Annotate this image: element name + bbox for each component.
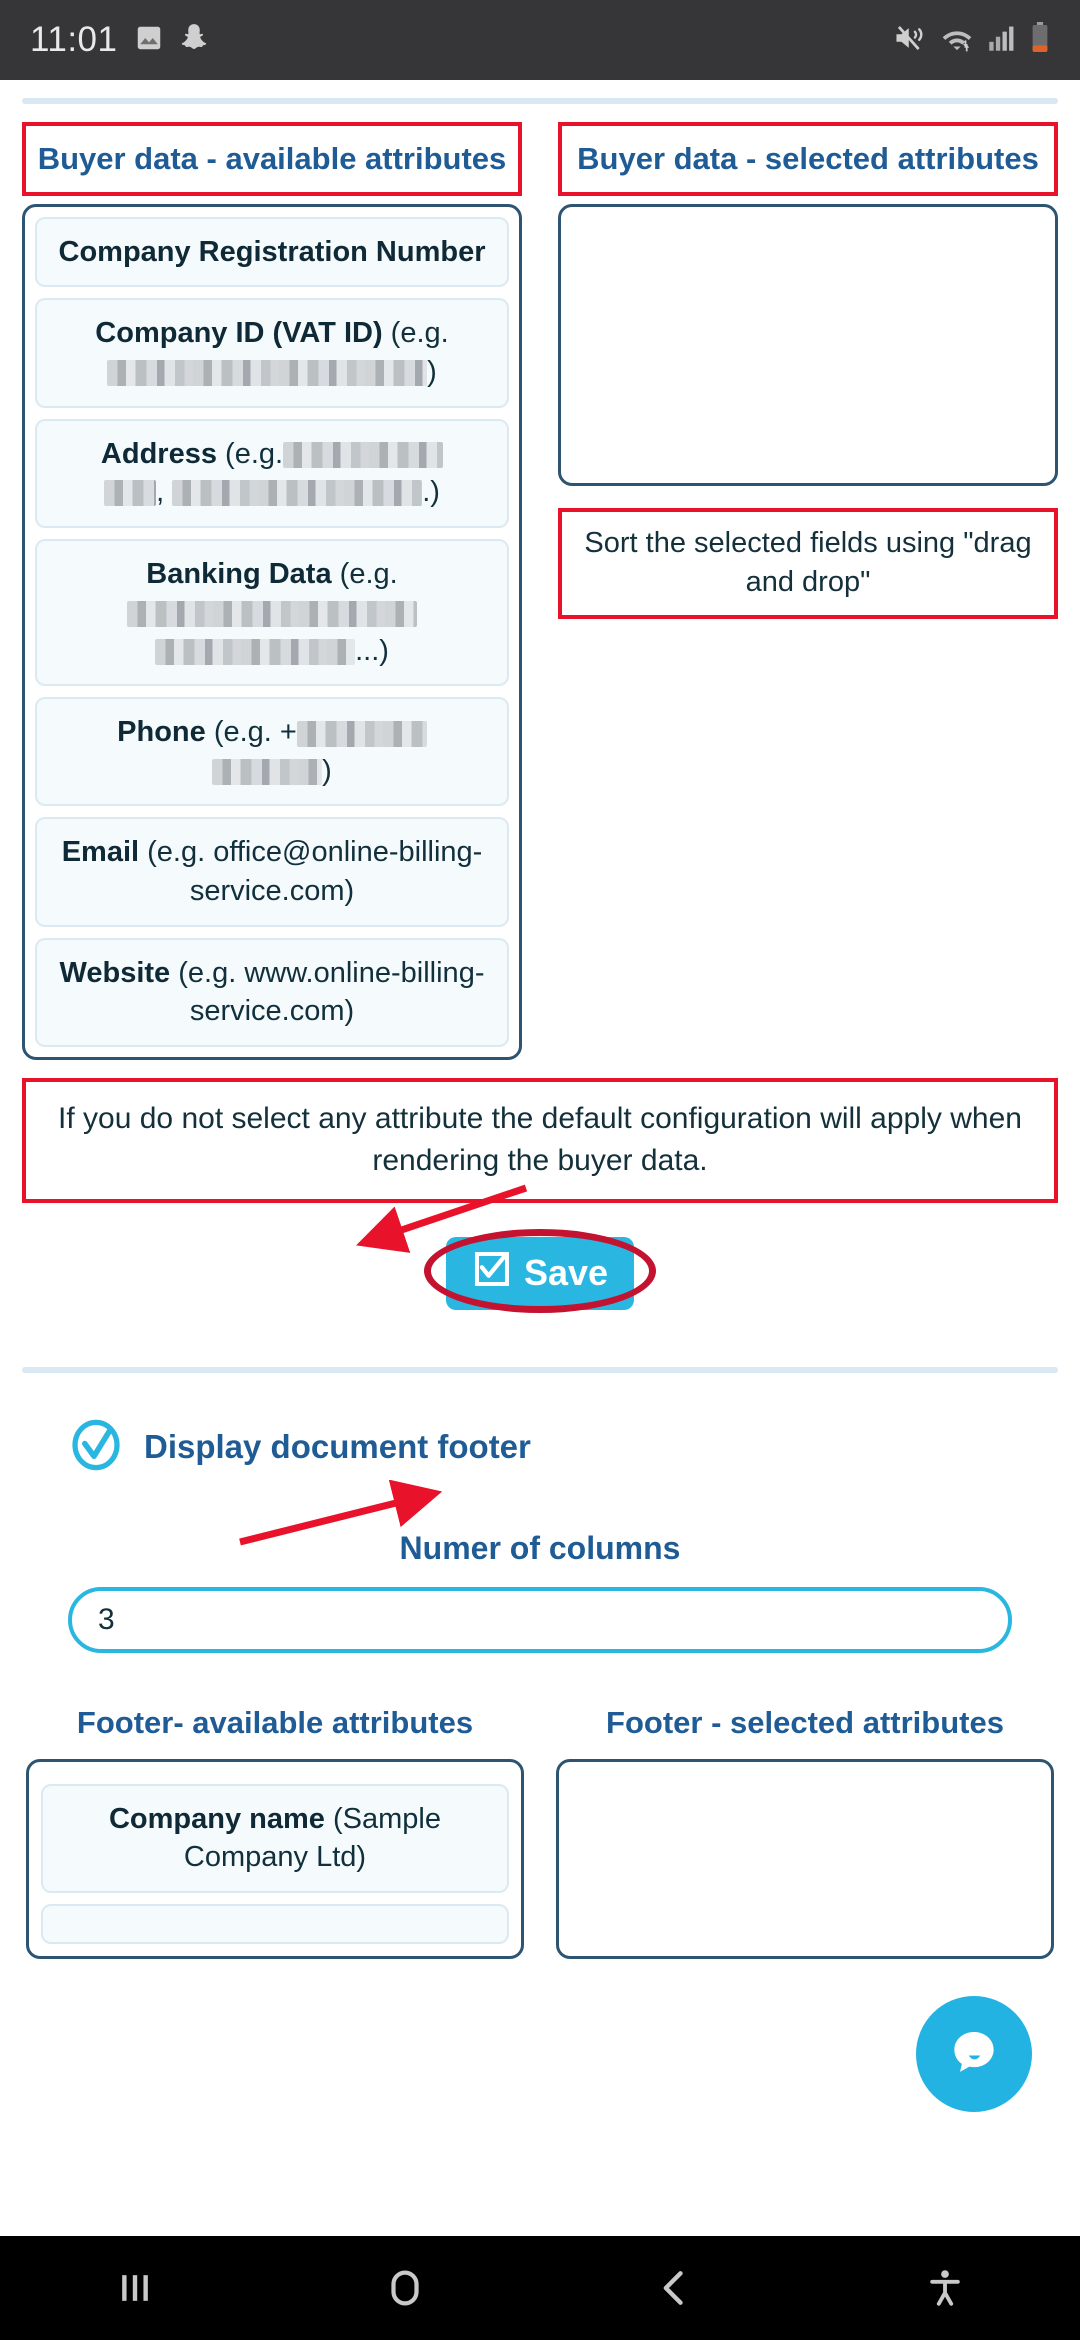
save-area: Save: [0, 1228, 1080, 1327]
section-divider: [22, 1366, 1058, 1373]
footer-available-title: Footer- available attributes: [76, 1704, 474, 1740]
redacted-text: [212, 759, 323, 786]
attribute-example-close: .): [422, 476, 440, 509]
footer-available-column: Footer- available attributes Company nam…: [26, 1705, 540, 1959]
attribute-example: (e.g. +: [213, 716, 297, 749]
columns-label: Numer of columns: [399, 1529, 681, 1566]
attribute-item[interactable]: Company name (Sample Company Ltd): [41, 1783, 509, 1893]
attribute-example: (e.g. office@online-billing-service.com): [147, 836, 483, 907]
redacted-text: [172, 480, 423, 507]
check-circle-icon[interactable]: [70, 1419, 122, 1476]
mute-icon: [894, 23, 926, 58]
attribute-label: Company Registration Number: [58, 235, 486, 268]
attribute-label: Company name: [108, 1802, 325, 1835]
attr-punct: ,: [156, 476, 173, 509]
page-content: Buyer data - available attributes Compan…: [0, 80, 1080, 2260]
attribute-label: Phone: [117, 716, 206, 749]
attribute-item[interactable]: Company ID (VAT ID) (e.g. ): [35, 298, 509, 408]
redacted-text: [296, 720, 427, 747]
save-button[interactable]: Save: [445, 1236, 635, 1310]
back-button[interactable]: [540, 2266, 810, 2310]
footer-attribute-columns: Footer- available attributes Company nam…: [0, 1705, 1080, 1959]
sort-hint: Sort the selected fields using "drag and…: [558, 507, 1058, 619]
attribute-label: Banking Data: [146, 557, 332, 590]
phone-screen: 11:01 Buyer data - available attributes …: [0, 0, 1080, 2340]
buyer-available-dropzone[interactable]: Company Registration Number Company ID (…: [22, 203, 522, 1060]
footer-selected-dropzone[interactable]: [556, 1758, 1054, 1959]
signal-icon: [988, 24, 1016, 57]
buyer-selected-title: Buyer data - selected attributes: [558, 122, 1058, 196]
attribute-example: (e.g.: [339, 557, 398, 590]
attribute-label: Address: [100, 437, 217, 470]
save-button-label: Save: [523, 1252, 609, 1294]
status-bar: 11:01: [0, 0, 1080, 80]
attribute-item[interactable]: Phone (e.g. + ): [35, 697, 509, 807]
snapchat-icon: [180, 23, 208, 58]
chat-bubble-icon: [954, 2032, 994, 2072]
home-icon: [391, 2270, 419, 2306]
redacted-text: [104, 480, 157, 507]
top-divider: [22, 98, 1058, 104]
buyer-available-title: Buyer data - available attributes: [22, 122, 522, 196]
status-clock: 11:01: [30, 20, 118, 59]
columns-input[interactable]: [68, 1586, 1012, 1653]
buyer-available-column: Buyer data - available attributes Compan…: [22, 122, 540, 1060]
image-icon: [134, 23, 164, 58]
columns-input-wrap: [0, 1586, 1080, 1653]
accessibility-button[interactable]: [810, 2266, 1080, 2310]
display-footer-row[interactable]: Display document footer: [0, 1419, 1080, 1476]
buyer-selected-column: Buyer data - selected attributes Sort th…: [540, 122, 1058, 1060]
footer-selected-title: Footer - selected attributes: [606, 1704, 1004, 1740]
attribute-label: Company ID (VAT ID): [95, 317, 383, 350]
recent-apps-button[interactable]: [0, 2266, 270, 2310]
status-bar-left: 11:01: [30, 20, 208, 60]
checkbox-check-icon: [472, 1249, 512, 1298]
attribute-item[interactable]: Address (e.g. , .): [35, 418, 509, 528]
buyer-selected-dropzone[interactable]: [558, 203, 1058, 486]
attribute-item[interactable]: Email (e.g. office@online-billing-servic…: [35, 817, 509, 927]
system-navigation-bar: [0, 2236, 1080, 2340]
attribute-example-close: ): [427, 355, 437, 388]
recent-apps-icon: [122, 2275, 148, 2301]
chat-bubble-button[interactable]: [916, 1996, 1032, 2112]
redacted-text: [155, 639, 356, 666]
attribute-item[interactable]: Website (e.g. www.online-billing-service…: [35, 937, 509, 1047]
home-button[interactable]: [270, 2265, 540, 2311]
display-footer-label: Display document footer: [144, 1428, 531, 1466]
default-config-notice: If you do not select any attribute the d…: [22, 1077, 1058, 1203]
attribute-label: Website: [59, 956, 171, 989]
attribute-item[interactable]: Company Registration Number: [35, 216, 509, 288]
attribute-item[interactable]: [41, 1904, 509, 1944]
redacted-text: [107, 360, 428, 387]
footer-available-dropzone[interactable]: Company name (Sample Company Ltd): [26, 1758, 524, 1959]
back-chevron-icon: [663, 2271, 683, 2305]
wifi-icon: [940, 23, 974, 58]
attribute-item[interactable]: Banking Data (e.g. ...): [35, 538, 509, 687]
attribute-example: (e.g.: [390, 317, 449, 350]
buyer-data-columns: Buyer data - available attributes Compan…: [0, 122, 1080, 1060]
footer-selected-column: Footer - selected attributes: [540, 1705, 1054, 1959]
attribute-example: (e.g. www.online-billing-service.com): [178, 956, 485, 1028]
attribute-example-close: ): [322, 754, 332, 787]
redacted-text: [127, 600, 417, 627]
accessibility-icon: [930, 2270, 960, 2306]
status-bar-right: [894, 21, 1050, 59]
footer-settings-section: Display document footer Numer of columns…: [0, 1419, 1080, 1959]
attribute-label: Email: [61, 836, 140, 869]
battery-icon: [1030, 21, 1050, 59]
redacted-text: [283, 441, 444, 468]
attribute-example: (e.g.: [225, 437, 284, 470]
attribute-example-close: ...): [355, 634, 389, 667]
